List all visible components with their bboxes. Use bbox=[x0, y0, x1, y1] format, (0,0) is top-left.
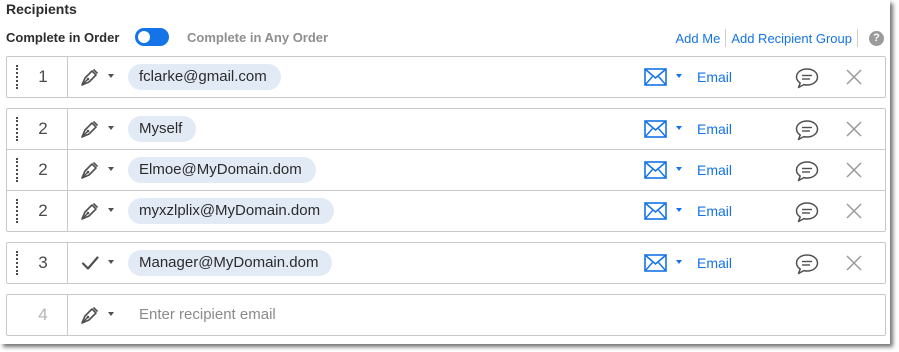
auth-method-label[interactable]: Email bbox=[697, 191, 732, 231]
recipient-email-input[interactable] bbox=[139, 304, 739, 326]
order-number: 2 bbox=[38, 119, 48, 138]
auth-method-label[interactable]: Email bbox=[697, 57, 732, 97]
approver-check-icon[interactable] bbox=[79, 252, 101, 274]
signer-pen-icon[interactable] bbox=[79, 304, 101, 326]
email-auth-icon[interactable] bbox=[644, 161, 667, 179]
auth-dropdown-caret[interactable] bbox=[676, 74, 682, 78]
complete-any-order-label: Complete in Any Order bbox=[187, 30, 329, 45]
drag-handle[interactable] bbox=[16, 251, 18, 275]
new-recipient-row: 4 bbox=[7, 295, 885, 335]
signing-order-bar: Complete in Order Complete in Any Order … bbox=[6, 28, 884, 48]
auth-method-label[interactable]: Email bbox=[697, 109, 732, 149]
auth-dropdown-caret[interactable] bbox=[676, 208, 682, 212]
order-number: 3 bbox=[38, 253, 48, 272]
auth-dropdown-caret[interactable] bbox=[676, 260, 682, 264]
private-message-icon[interactable] bbox=[795, 119, 819, 141]
role-dropdown-caret[interactable] bbox=[108, 260, 114, 264]
drag-handle[interactable] bbox=[16, 65, 18, 89]
signer-pen-icon[interactable] bbox=[79, 200, 101, 222]
delete-recipient-icon[interactable] bbox=[846, 203, 862, 219]
signer-pen-icon[interactable] bbox=[79, 159, 101, 181]
help-icon[interactable]: ? bbox=[869, 30, 884, 46]
auth-dropdown-caret[interactable] bbox=[676, 167, 682, 171]
role-dropdown-caret[interactable] bbox=[108, 74, 114, 78]
new-recipient-group: 4 bbox=[6, 294, 886, 336]
recipient-row: 2 Myself Email bbox=[7, 109, 885, 149]
column-divider bbox=[67, 109, 68, 149]
column-divider bbox=[67, 243, 68, 283]
recipient-group-1: 1 fclarke@gmail.com Email bbox=[6, 56, 886, 98]
role-dropdown-caret[interactable] bbox=[108, 312, 114, 316]
top-links: Add Me Add Recipient Group ? bbox=[676, 28, 884, 48]
drag-handle[interactable] bbox=[16, 158, 18, 182]
recipient-row: 1 fclarke@gmail.com Email bbox=[7, 57, 885, 97]
recipient-email-pill[interactable]: Elmoe@MyDomain.dom bbox=[128, 157, 316, 183]
column-divider bbox=[67, 191, 68, 231]
auth-method-label[interactable]: Email bbox=[697, 243, 732, 283]
role-dropdown-caret[interactable] bbox=[108, 208, 114, 212]
email-auth-icon[interactable] bbox=[644, 254, 667, 272]
recipients-panel: Recipients Complete in Order Complete in… bbox=[0, 0, 890, 344]
link-divider bbox=[857, 29, 858, 47]
order-number: 4 bbox=[38, 305, 48, 324]
drag-handle[interactable] bbox=[16, 117, 18, 141]
delete-recipient-icon[interactable] bbox=[846, 69, 862, 85]
order-number: 1 bbox=[38, 67, 48, 86]
drag-handle[interactable] bbox=[16, 199, 18, 223]
column-divider bbox=[67, 150, 68, 190]
add-me-link[interactable]: Add Me bbox=[676, 31, 721, 46]
signing-order-toggle[interactable] bbox=[135, 28, 169, 46]
email-auth-icon[interactable] bbox=[644, 68, 667, 86]
private-message-icon[interactable] bbox=[795, 201, 819, 223]
add-recipient-group-link[interactable]: Add Recipient Group bbox=[731, 31, 852, 46]
delete-recipient-icon[interactable] bbox=[846, 255, 862, 271]
column-divider bbox=[67, 57, 68, 97]
recipient-group-3: 3 Manager@MyDomain.dom Email bbox=[6, 242, 886, 284]
email-auth-icon[interactable] bbox=[644, 120, 667, 138]
complete-in-order-label: Complete in Order bbox=[6, 30, 120, 45]
email-auth-icon[interactable] bbox=[644, 202, 667, 220]
recipient-row: 2 myxzlplix@MyDomain.dom Email bbox=[7, 190, 885, 231]
recipient-row: 3 Manager@MyDomain.dom Email bbox=[7, 243, 885, 283]
recipients-title: Recipients bbox=[6, 1, 77, 17]
auth-dropdown-caret[interactable] bbox=[676, 126, 682, 130]
private-message-icon[interactable] bbox=[795, 253, 819, 275]
recipient-email-pill[interactable]: myxzlplix@MyDomain.dom bbox=[128, 198, 335, 224]
order-number: 2 bbox=[38, 201, 48, 220]
private-message-icon[interactable] bbox=[795, 160, 819, 182]
auth-method-label[interactable]: Email bbox=[697, 150, 732, 190]
recipient-email-pill[interactable]: fclarke@gmail.com bbox=[128, 64, 281, 90]
delete-recipient-icon[interactable] bbox=[846, 121, 862, 137]
recipient-email-pill[interactable]: Manager@MyDomain.dom bbox=[128, 250, 333, 276]
toggle-knob bbox=[138, 31, 150, 43]
role-dropdown-caret[interactable] bbox=[108, 126, 114, 130]
role-dropdown-caret[interactable] bbox=[108, 167, 114, 171]
recipient-email-pill[interactable]: Myself bbox=[128, 116, 197, 142]
recipient-row: 2 Elmoe@MyDomain.dom Email bbox=[7, 149, 885, 190]
signer-pen-icon[interactable] bbox=[79, 66, 101, 88]
private-message-icon[interactable] bbox=[795, 67, 819, 89]
delete-recipient-icon[interactable] bbox=[846, 162, 862, 178]
link-divider bbox=[725, 29, 727, 47]
signer-pen-icon[interactable] bbox=[79, 118, 101, 140]
recipient-group-2: 2 Myself Email 2 Elmoe@MyDomain.dom Emai… bbox=[6, 108, 886, 232]
order-number: 2 bbox=[38, 160, 48, 179]
column-divider bbox=[67, 295, 68, 335]
